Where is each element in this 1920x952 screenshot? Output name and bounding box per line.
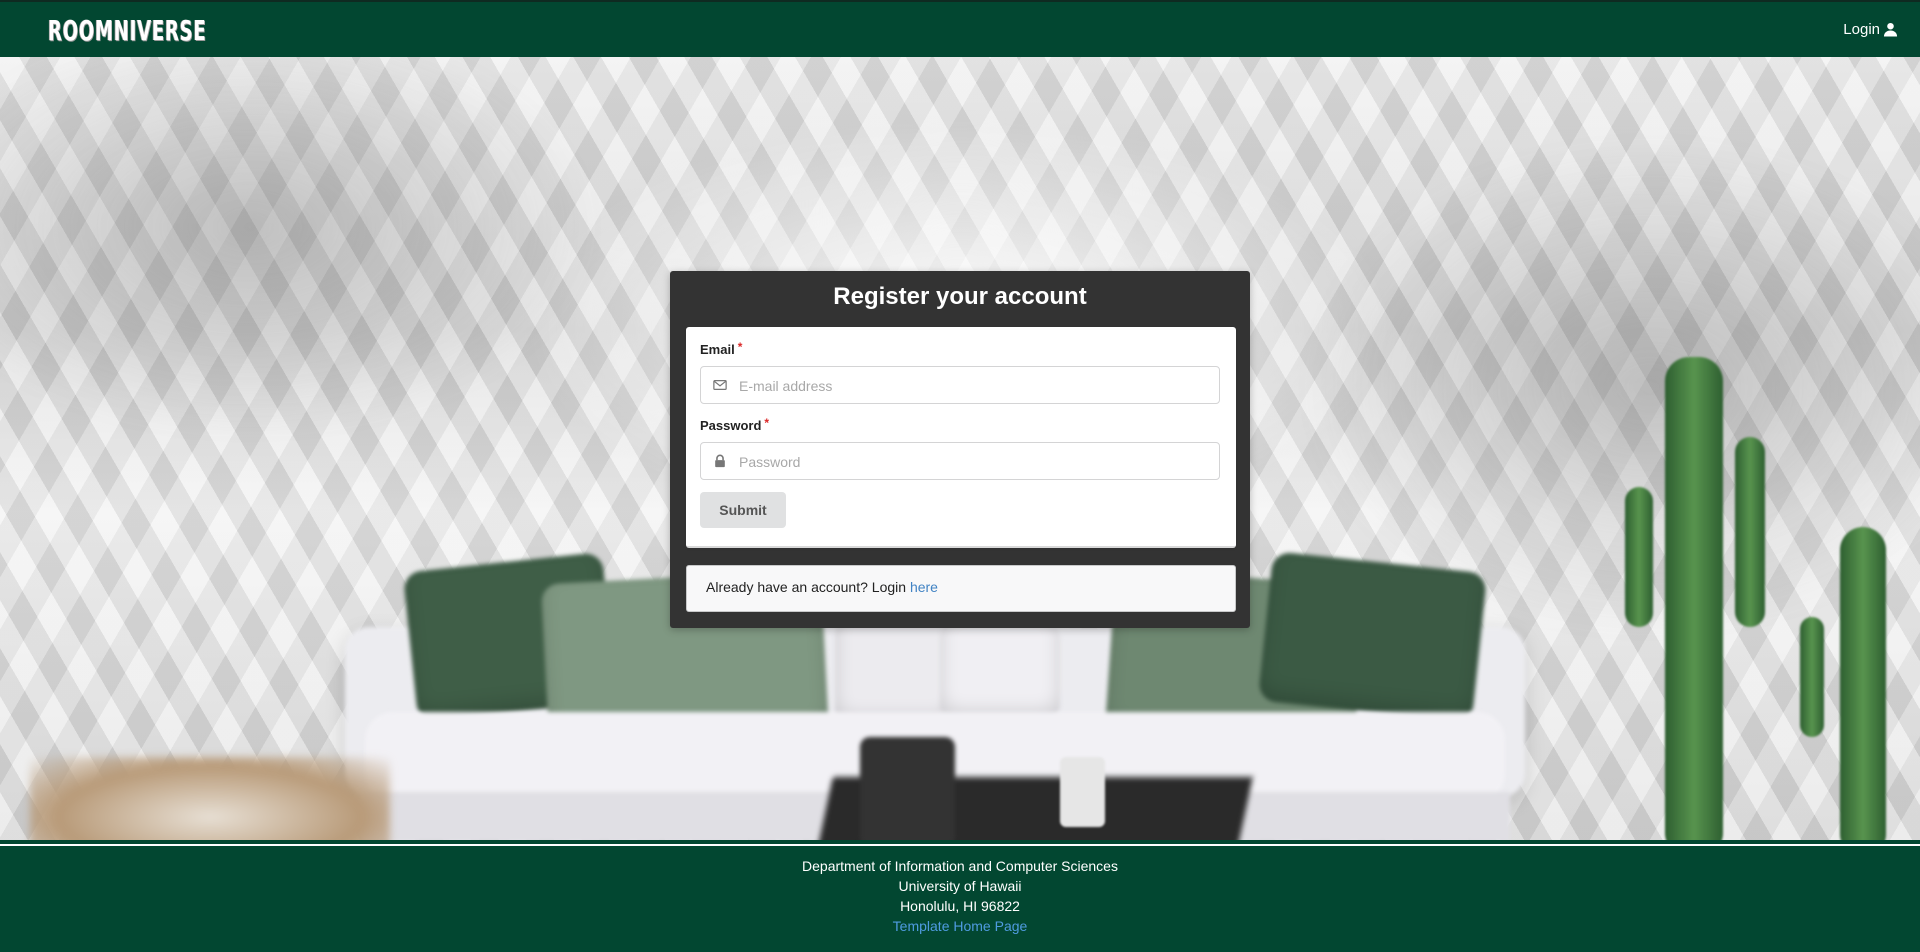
top-navbar: ROOMNIVERSE Login (0, 0, 1920, 57)
fur-throw (30, 757, 390, 840)
login-menu-item[interactable]: Login (1843, 21, 1898, 38)
footer: Department of Information and Computer S… (0, 852, 1920, 952)
email-label: Email * (700, 340, 743, 357)
footer-address: Honolulu, HI 96822 (900, 898, 1020, 914)
email-field[interactable] (700, 366, 1220, 405)
register-title: Register your account (833, 283, 1087, 310)
register-form: Email* Password* Submit (686, 327, 1236, 548)
cactus (1735, 437, 1765, 627)
password-input[interactable] (737, 443, 1211, 481)
cup (1060, 757, 1105, 827)
footer-divider (0, 840, 1920, 852)
footer-department: Department of Information and Computer S… (802, 858, 1118, 874)
password-label-text: Password (700, 418, 762, 433)
pillow (1257, 551, 1488, 723)
jar (860, 737, 955, 840)
required-marker: * (737, 340, 743, 354)
site-logo[interactable]: ROOMNIVERSE (48, 14, 207, 47)
cactus (1625, 487, 1653, 627)
footer-university: University of Hawaii (898, 878, 1022, 894)
wall-shadow-left (0, 57, 600, 437)
required-marker: * (764, 416, 770, 430)
template-home-link[interactable]: Template Home Page (893, 918, 1028, 934)
password-field[interactable] (700, 442, 1220, 481)
submit-button[interactable]: Submit (700, 492, 786, 528)
login-here-link[interactable]: here (910, 579, 938, 595)
cactus (1840, 527, 1886, 840)
email-input[interactable] (737, 367, 1211, 405)
login-label: Login (1843, 21, 1880, 38)
cactus (1800, 617, 1824, 737)
email-label-text: Email (700, 342, 735, 357)
envelope-icon (713, 378, 727, 392)
lock-icon (713, 454, 727, 468)
user-icon (1883, 22, 1898, 37)
register-card: Register your account Email* Password* (670, 271, 1250, 628)
password-label: Password * (700, 416, 770, 433)
login-prompt-text: Already have an account? Login (706, 579, 907, 595)
cactus (1665, 357, 1723, 840)
pillow (940, 622, 1060, 722)
login-prompt-message: Already have an account? Login here (686, 565, 1236, 612)
pillow (835, 617, 955, 727)
